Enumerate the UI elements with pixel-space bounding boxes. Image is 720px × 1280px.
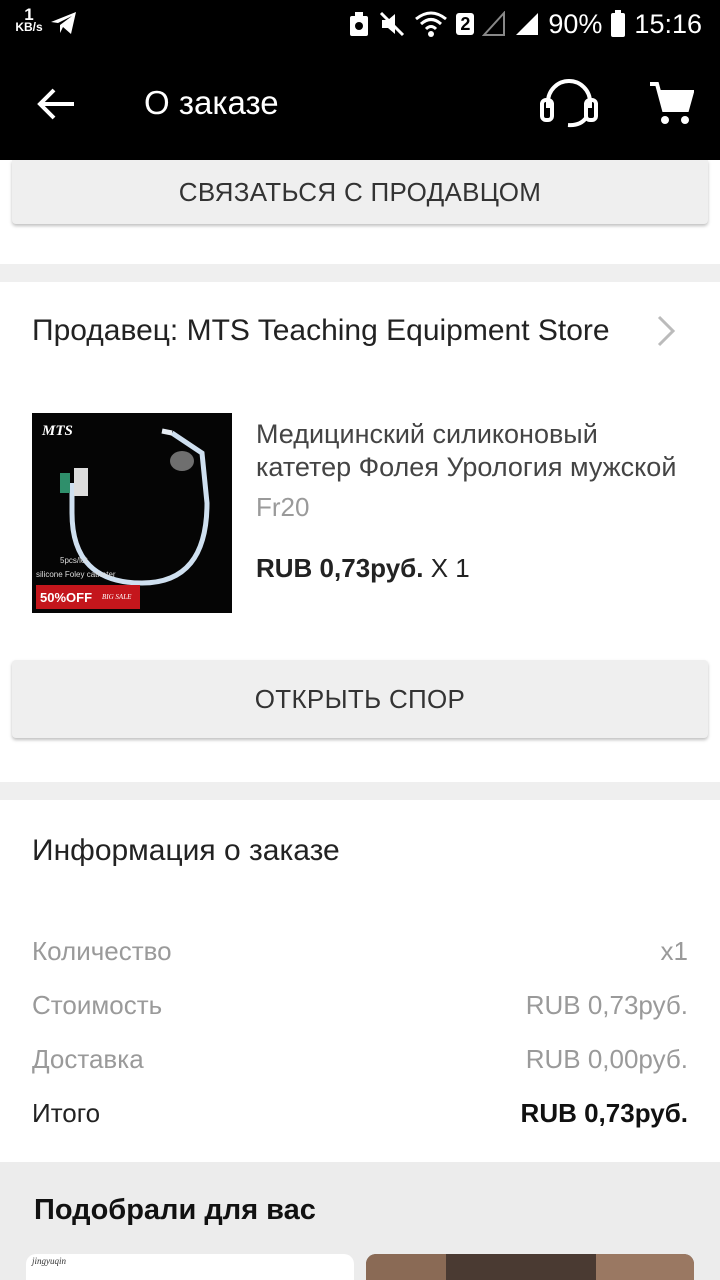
telegram-icon <box>51 12 76 34</box>
recommended-brand: jingyuqin <box>32 1256 66 1266</box>
row-label: Итого <box>32 1098 101 1128</box>
page-title: О заказе <box>144 84 279 121</box>
total-row: Итого RUB 0,73руб. <box>32 1098 688 1129</box>
cost-row: Стоимость RUB 0,73руб. <box>32 990 688 1021</box>
contact-section: СВЯЗАТЬСЯ С ПРОДАВЦОМ <box>0 160 720 264</box>
brand-logo-text: MTS <box>41 423 73 439</box>
pack-text: 5pcs/lot <box>60 556 88 565</box>
battery-icon <box>611 10 626 37</box>
product-quantity: X 1 <box>430 553 470 583</box>
row-label: Стоимость <box>32 990 163 1020</box>
status-bar: 1 KB/s 2 90% 15:16 <box>0 0 720 48</box>
shipping-row: Доставка RUB 0,00руб. <box>32 1044 688 1075</box>
open-dispute-button[interactable]: ОТКРЫТЬ СПОР <box>12 660 708 738</box>
wifi-icon <box>415 11 448 37</box>
recommended-product-card[interactable] <box>366 1254 694 1280</box>
product-price: RUB 0,73руб. <box>256 553 424 583</box>
discount-text: 50%OFF <box>40 590 92 605</box>
battery-percent: 90% <box>548 8 603 39</box>
network-speed: 1 KB/s <box>15 5 43 34</box>
signal-weak-icon <box>482 11 506 36</box>
row-label: Доставка <box>32 1044 144 1074</box>
contact-seller-button[interactable]: СВЯЗАТЬСЯ С ПРОДАВЦОМ <box>12 160 708 224</box>
order-info-title: Информация о заказе <box>32 834 340 867</box>
product-price-line: RUB 0,73руб. X 1 <box>256 553 470 584</box>
row-value: RUB 0,73руб. <box>525 990 688 1020</box>
cart-icon[interactable] <box>648 80 694 126</box>
row-label: Количество <box>32 936 172 966</box>
product-name-text: silicone Foley catheter <box>36 570 116 579</box>
sim-badge: 2 <box>456 13 475 35</box>
signal-icon <box>516 13 539 35</box>
recommended-product-card[interactable]: jingyuqin <box>26 1254 354 1280</box>
sale-text: BIG SALE <box>102 593 132 601</box>
product-title[interactable]: Медицинский силиконовый катетер Фолея Ур… <box>256 418 696 484</box>
recommendations-title: Подобрали для вас <box>34 1194 316 1226</box>
chevron-right-icon[interactable] <box>656 314 676 348</box>
clock: 15:16 <box>634 8 702 39</box>
product-image[interactable]: MTS 5pcs/lot silicone Foley catheter 50%… <box>32 413 232 613</box>
tattoo-photo <box>366 1254 694 1280</box>
row-value: RUB 0,00руб. <box>525 1044 688 1074</box>
app-bar: О заказе <box>0 48 720 160</box>
catheter-image: MTS 5pcs/lot silicone Foley catheter 50%… <box>36 423 210 609</box>
seller-name[interactable]: Продавец: MTS Teaching Equipment Store <box>32 314 610 348</box>
recycle-icon <box>350 12 369 36</box>
mute-icon <box>380 11 405 37</box>
row-value: RUB 0,73руб. <box>520 1098 688 1128</box>
product-variant: Fr20 <box>256 492 310 522</box>
quantity-row: Количество x1 <box>32 936 688 967</box>
back-arrow-icon[interactable] <box>36 86 76 122</box>
row-value: x1 <box>660 936 688 966</box>
headset-icon[interactable] <box>540 78 598 128</box>
